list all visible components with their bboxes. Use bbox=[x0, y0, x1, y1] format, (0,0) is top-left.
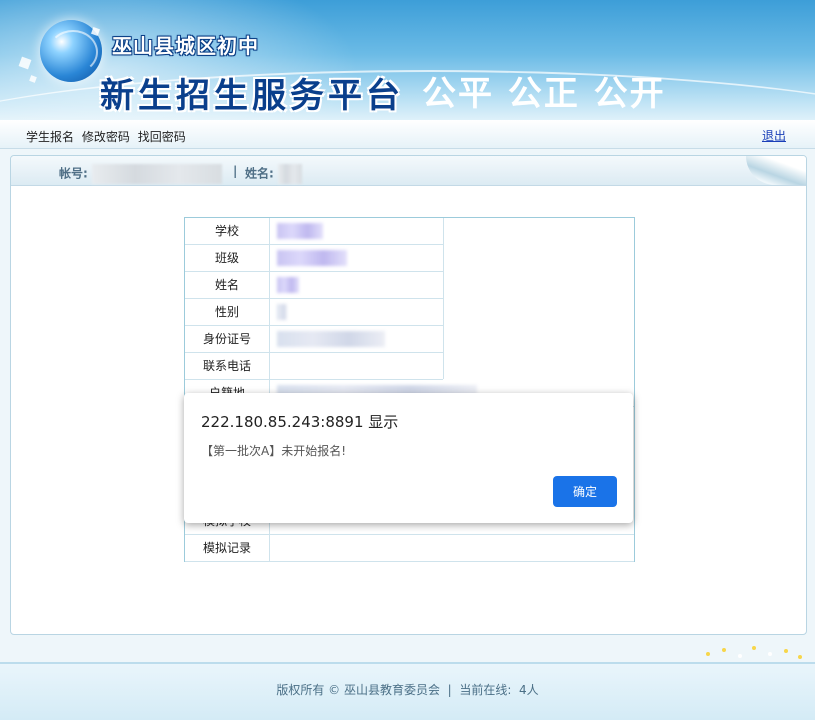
row-label-name: 姓名 bbox=[185, 272, 270, 298]
flower-icon bbox=[784, 649, 788, 653]
row-label-id-number: 身份证号 bbox=[185, 326, 270, 352]
dialog-title: 222.180.85.243:8891 显示 bbox=[201, 413, 399, 431]
nav-link-student-register[interactable]: 学生报名 bbox=[26, 130, 74, 144]
nav-links: 学生报名 修改密码 找回密码 bbox=[26, 128, 190, 145]
row-label-gender: 性别 bbox=[185, 299, 270, 325]
account-bar: 帐号: | 姓名: bbox=[11, 156, 806, 186]
row-value-redacted bbox=[277, 223, 323, 239]
logout-link[interactable]: 退出 bbox=[762, 127, 786, 144]
footer-text: 版权所有 © 巫山县教育委员会 | 当前在线: 4人 bbox=[0, 681, 815, 698]
table-row: 学校 bbox=[185, 218, 443, 245]
row-value-redacted bbox=[277, 250, 347, 266]
name-label: 姓名: bbox=[245, 164, 302, 184]
flower-icon bbox=[798, 655, 802, 659]
flower-decoration bbox=[0, 640, 815, 662]
row-label-class: 班级 bbox=[185, 245, 270, 271]
photo-column-divider bbox=[443, 218, 444, 379]
table-row: 班级 bbox=[185, 245, 443, 272]
nav-link-recover-password[interactable]: 找回密码 bbox=[138, 130, 186, 144]
account-separator: | bbox=[233, 164, 238, 178]
name-value-redacted bbox=[278, 164, 302, 184]
footer-separator: | bbox=[447, 683, 452, 697]
row-label-school: 学校 bbox=[185, 218, 270, 244]
footer: 版权所有 © 巫山县教育委员会 | 当前在线: 4人 bbox=[0, 662, 815, 720]
online-count: 4人 bbox=[519, 683, 539, 697]
header-banner: 巫山县城区初中 新生招生服务平台 公平 公正 公开 bbox=[0, 0, 815, 120]
online-label: 当前在线: bbox=[459, 683, 512, 697]
page-curl-decoration bbox=[746, 156, 806, 185]
ok-button[interactable]: 确定 bbox=[553, 476, 617, 507]
school-name: 巫山县城区初中 bbox=[112, 34, 259, 58]
table-row: 身份证号 bbox=[185, 326, 443, 353]
table-row: 性别 bbox=[185, 299, 443, 326]
nav-link-change-password[interactable]: 修改密码 bbox=[82, 130, 130, 144]
copyright-text: 版权所有 © 巫山县教育委员会 bbox=[276, 683, 440, 697]
flower-icon bbox=[722, 648, 726, 652]
account-label: 帐号: bbox=[59, 164, 222, 184]
slogan: 公平 公正 公开 bbox=[422, 74, 666, 114]
row-value-redacted bbox=[277, 304, 287, 320]
row-value-redacted bbox=[277, 331, 385, 347]
row-label-mock-record: 模拟记录 bbox=[185, 535, 270, 561]
table-row: 模拟记录 bbox=[185, 535, 634, 562]
flower-icon bbox=[738, 654, 742, 658]
row-value-redacted bbox=[277, 277, 299, 293]
top-nav: 学生报名 修改密码 找回密码 退出 bbox=[0, 120, 815, 149]
flower-icon bbox=[752, 646, 756, 650]
platform-title: 新生招生服务平台 bbox=[100, 76, 404, 116]
alert-dialog: 222.180.85.243:8891 显示 【第一批次A】未开始报名! 确定 bbox=[184, 393, 633, 523]
dialog-message: 【第一批次A】未开始报名! bbox=[201, 444, 347, 458]
table-row: 联系电话 bbox=[185, 353, 443, 380]
table-row: 姓名 bbox=[185, 272, 443, 299]
row-label-phone: 联系电话 bbox=[185, 353, 270, 379]
flower-icon bbox=[706, 652, 710, 656]
account-value-redacted bbox=[92, 164, 222, 184]
flower-icon bbox=[768, 652, 772, 656]
